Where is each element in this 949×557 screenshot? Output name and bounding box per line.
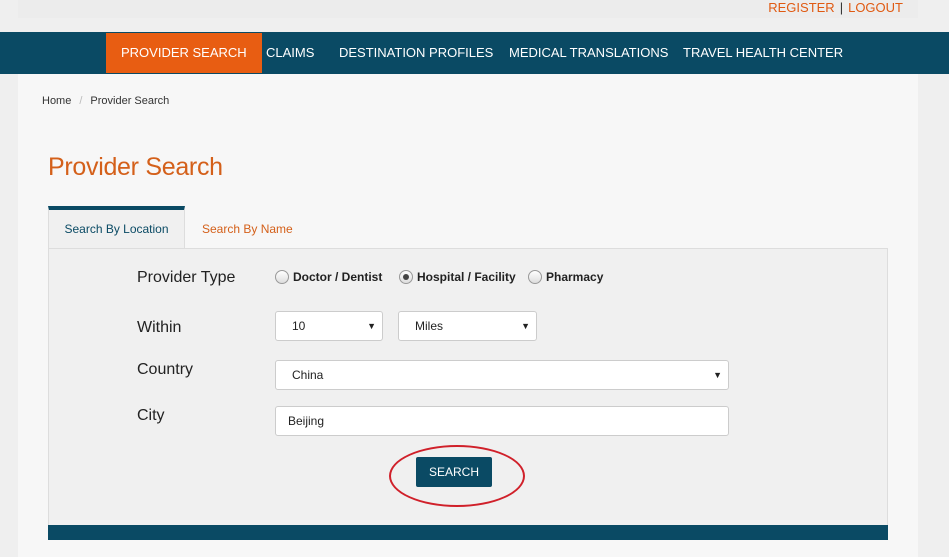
page-title: Provider Search: [48, 153, 223, 181]
account-links: REGISTER | LOGOUT: [768, 0, 903, 15]
account-links-separator: |: [839, 0, 844, 15]
breadcrumb-home[interactable]: Home: [42, 95, 71, 107]
chevron-down-icon: ▼: [521, 321, 530, 331]
distance-select[interactable]: 10 ▼: [275, 311, 383, 341]
country-label: Country: [137, 361, 194, 378]
nav-item-destination-profiles[interactable]: DESTINATION PROFILES: [339, 32, 493, 72]
search-form-panel: Provider Type Doctor / Dentist Hospital …: [48, 248, 888, 526]
city-label: City: [137, 407, 165, 424]
annotation-circle: [389, 445, 525, 507]
radio-hospital-facility[interactable]: Hospital / Facility: [399, 270, 516, 284]
city-input-value: Beijing: [288, 414, 325, 428]
radio-pharmacy-label: Pharmacy: [546, 270, 604, 284]
city-input[interactable]: Beijing: [275, 406, 729, 436]
panel-footer-bar: [48, 525, 888, 540]
nav-item-travel-health-center[interactable]: TRAVEL HEALTH CENTER: [683, 32, 843, 72]
radio-doctor-dentist-label: Doctor / Dentist: [293, 270, 383, 284]
main-nav: PROVIDER SEARCH CLAIMS DESTINATION PROFI…: [0, 32, 949, 74]
nav-item-claims[interactable]: CLAIMS: [266, 32, 314, 72]
within-label: Within: [137, 319, 182, 336]
radio-hospital-facility-button[interactable]: [399, 270, 413, 284]
chevron-down-icon: ▼: [367, 321, 376, 331]
radio-doctor-dentist-button[interactable]: [275, 270, 289, 284]
tab-search-by-name[interactable]: Search By Name: [202, 206, 293, 248]
country-select-value: China: [292, 368, 324, 382]
chevron-down-icon: ▼: [713, 370, 722, 380]
nav-item-medical-translations[interactable]: MEDICAL TRANSLATIONS: [509, 32, 668, 72]
tab-search-by-location[interactable]: Search By Location: [48, 206, 185, 248]
radio-pharmacy-button[interactable]: [528, 270, 542, 284]
radio-hospital-facility-label: Hospital / Facility: [417, 270, 516, 284]
country-select[interactable]: China ▼: [275, 360, 729, 390]
logout-link[interactable]: LOGOUT: [848, 0, 903, 15]
unit-select[interactable]: Miles ▼: [398, 311, 537, 341]
distance-select-value: 10: [292, 319, 306, 333]
top-bar: REGISTER | LOGOUT: [0, 0, 949, 32]
breadcrumb-current: Provider Search: [90, 95, 170, 107]
main-content: Home / Provider Search Provider Search Sea…: [18, 74, 918, 557]
breadcrumb-separator: /: [79, 95, 83, 107]
nav-item-provider-search[interactable]: PROVIDER SEARCH: [106, 33, 262, 73]
breadcrumb: Home / Provider Search: [42, 95, 169, 107]
radio-doctor-dentist[interactable]: Doctor / Dentist: [275, 270, 382, 284]
register-link[interactable]: REGISTER: [768, 0, 834, 15]
provider-type-label: Provider Type: [137, 269, 236, 286]
unit-select-value: Miles: [415, 319, 444, 333]
radio-pharmacy[interactable]: Pharmacy: [528, 270, 603, 284]
